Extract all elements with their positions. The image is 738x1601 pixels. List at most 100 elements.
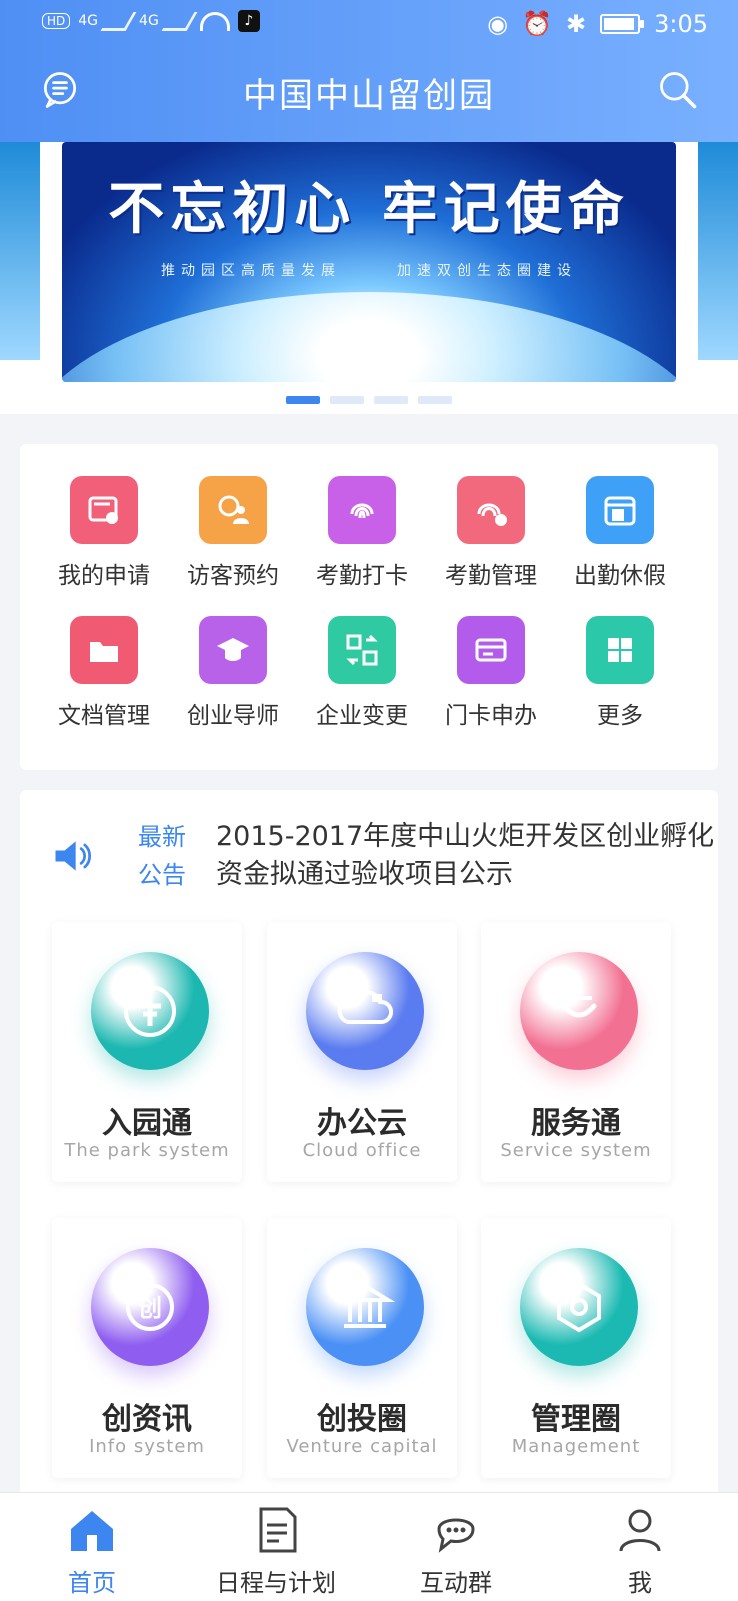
- status-left: HD 4G 4G ♪: [42, 10, 260, 32]
- fingerprint-icon: [328, 476, 396, 544]
- grid-more-icon: [586, 616, 654, 684]
- service-card[interactable]: 创投圈 Venture capital: [267, 1218, 457, 1478]
- bluetooth-icon: ✱: [565, 10, 587, 38]
- service-card[interactable]: 管理圈 Management: [481, 1218, 671, 1478]
- app-bar: 中国中山留创园: [0, 50, 738, 142]
- wifi-icon: [199, 11, 230, 31]
- service-card-subtitle: Management: [511, 1436, 641, 1457]
- status-bar: HD 4G 4G ♪ ◉ ⏰ ✱ 3:05: [0, 0, 738, 50]
- service-card-subtitle: Info system: [89, 1436, 205, 1457]
- application-icon: [70, 476, 138, 544]
- service-card[interactable]: 创创资讯 Info system: [52, 1218, 242, 1478]
- grid-item[interactable]: 文档管理: [38, 616, 170, 730]
- pagination-dot[interactable]: [374, 396, 408, 404]
- pagination-dot[interactable]: [286, 396, 320, 404]
- nav-item-label: 首页: [68, 1569, 116, 1597]
- banner-subtitle-left: 推动园区高质量发展: [161, 263, 341, 279]
- schedule-icon: [249, 1503, 303, 1557]
- nav-item-label: 互动群: [420, 1569, 492, 1597]
- service-card-title: 办公云: [317, 1106, 407, 1141]
- cloud-icon: [306, 952, 424, 1070]
- grid-item[interactable]: 考勤打卡: [296, 476, 428, 590]
- banner-next-slide[interactable]: [698, 142, 738, 360]
- service-card-title: 服务通: [531, 1106, 621, 1141]
- banner-pagination[interactable]: [0, 396, 738, 404]
- eye-icon: ◉: [487, 10, 509, 38]
- earth-illustration: [62, 292, 676, 382]
- service-card[interactable]: 办公云 Cloud office: [267, 922, 457, 1182]
- svg-text:创: 创: [137, 1294, 162, 1322]
- grid-item-label: 文档管理: [58, 703, 150, 729]
- nav-item[interactable]: 日程与计划: [196, 1503, 356, 1598]
- tiktok-icon: ♪: [237, 10, 260, 32]
- service-card-title: 创投圈: [317, 1402, 407, 1437]
- banner-slide[interactable]: 不忘初心 牢记使命 推动园区高质量发展 加速双创生态圈建设: [62, 142, 676, 382]
- network-4g-label: 4G: [78, 13, 99, 29]
- battery-icon: [600, 14, 645, 34]
- nav-item[interactable]: 我: [560, 1503, 720, 1598]
- banner-title: 不忘初心 牢记使命: [108, 177, 630, 242]
- grid-item-label: 出勤休假: [574, 563, 666, 589]
- bank-icon: [306, 1248, 424, 1366]
- grid-item-label: 创业导师: [187, 703, 279, 729]
- profile-icon: [613, 1503, 667, 1557]
- announcement[interactable]: 最新公告 2015-2017年度中山火炬开发区创业孵化资金拟通过验收项目公示: [50, 818, 714, 890]
- bottom-navigation: 首页 日程与计划 互动群 我: [0, 1492, 738, 1601]
- signal-icon: [100, 11, 137, 31]
- smile-icon: [520, 952, 638, 1070]
- grid-item[interactable]: 更多: [554, 616, 686, 730]
- banner-prev-slide[interactable]: [0, 142, 40, 360]
- speaker-icon: [55, 841, 92, 871]
- grid-item[interactable]: 我的申请: [38, 476, 170, 590]
- nav-item[interactable]: 首页: [12, 1503, 172, 1598]
- feature-grid: 我的申请 访客预约 考勤打卡 考勤管理 出勤休假文档管理 创业导师 企业变更 门卡申办 更多: [20, 444, 718, 770]
- alarm-icon: ⏰: [522, 10, 552, 38]
- grid-item[interactable]: 企业变更: [296, 616, 428, 730]
- folder-icon: [70, 616, 138, 684]
- service-card-title: 创资讯: [102, 1402, 192, 1437]
- grid-item-label: 访客预约: [187, 563, 279, 589]
- top-header: HD 4G 4G ♪ ◉ ⏰ ✱ 3:05 中国中山留创园: [0, 0, 738, 142]
- grid-item[interactable]: 门卡申办: [425, 616, 557, 730]
- grid-item-label: 门卡申办: [445, 703, 537, 729]
- service-card[interactable]: 入园通 The park system: [52, 922, 242, 1182]
- grid-item[interactable]: 出勤休假: [554, 476, 686, 590]
- service-card[interactable]: 服务通 Service system: [481, 922, 671, 1182]
- grid-item-label: 企业变更: [316, 703, 408, 729]
- chat-icon: [429, 1503, 483, 1557]
- grid-item[interactable]: 考勤管理: [425, 476, 557, 590]
- grid-item[interactable]: 创业导师: [167, 616, 299, 730]
- home-icon: [65, 1503, 119, 1557]
- banner-carousel[interactable]: 不忘初心 牢记使命 推动园区高质量发展 加速双创生态圈建设: [0, 142, 738, 414]
- network-4g-label-2: 4G: [139, 13, 159, 29]
- grid-item-label: 考勤管理: [445, 563, 537, 589]
- fingerprint-settings-icon: [457, 476, 525, 544]
- grid-item-label: 我的申请: [58, 563, 150, 589]
- mentor-cap-icon: [199, 616, 267, 684]
- page-title: 中国中山留创园: [243, 76, 495, 116]
- service-card-subtitle: Cloud office: [302, 1140, 422, 1161]
- banner-subtitles: 推动园区高质量发展 加速双创生态圈建设: [62, 260, 676, 280]
- signal-icon-2: [161, 11, 198, 31]
- services-section: 最新公告 2015-2017年度中山火炬开发区创业孵化资金拟通过验收项目公示 入…: [20, 790, 718, 1600]
- hd-badge: HD: [42, 13, 71, 29]
- nav-item-label: 我: [628, 1569, 652, 1597]
- hexagon-icon: [520, 1248, 638, 1366]
- exchange-icon: [328, 616, 396, 684]
- search-button[interactable]: [654, 66, 702, 114]
- service-card-subtitle: The park system: [64, 1140, 230, 1161]
- pagination-dot[interactable]: [330, 396, 364, 404]
- status-right: ◉ ⏰ ✱ 3:05: [487, 10, 708, 38]
- service-card-title: 入园通: [102, 1106, 192, 1141]
- nav-item[interactable]: 互动群: [376, 1503, 536, 1598]
- grid-item[interactable]: 访客预约: [167, 476, 299, 590]
- signpost-icon: [91, 952, 209, 1070]
- pagination-dot[interactable]: [418, 396, 452, 404]
- announcement-text[interactable]: 2015-2017年度中山火炬开发区创业孵化资金拟通过验收项目公示: [216, 818, 716, 894]
- banner-subtitle-right: 加速双创生态圈建设: [397, 263, 577, 279]
- card-icon: [457, 616, 525, 684]
- battery-level: [604, 18, 635, 30]
- status-time: 3:05: [654, 10, 708, 38]
- info-chuang-icon: 创: [91, 1248, 209, 1366]
- service-card-subtitle: Venture capital: [286, 1436, 438, 1457]
